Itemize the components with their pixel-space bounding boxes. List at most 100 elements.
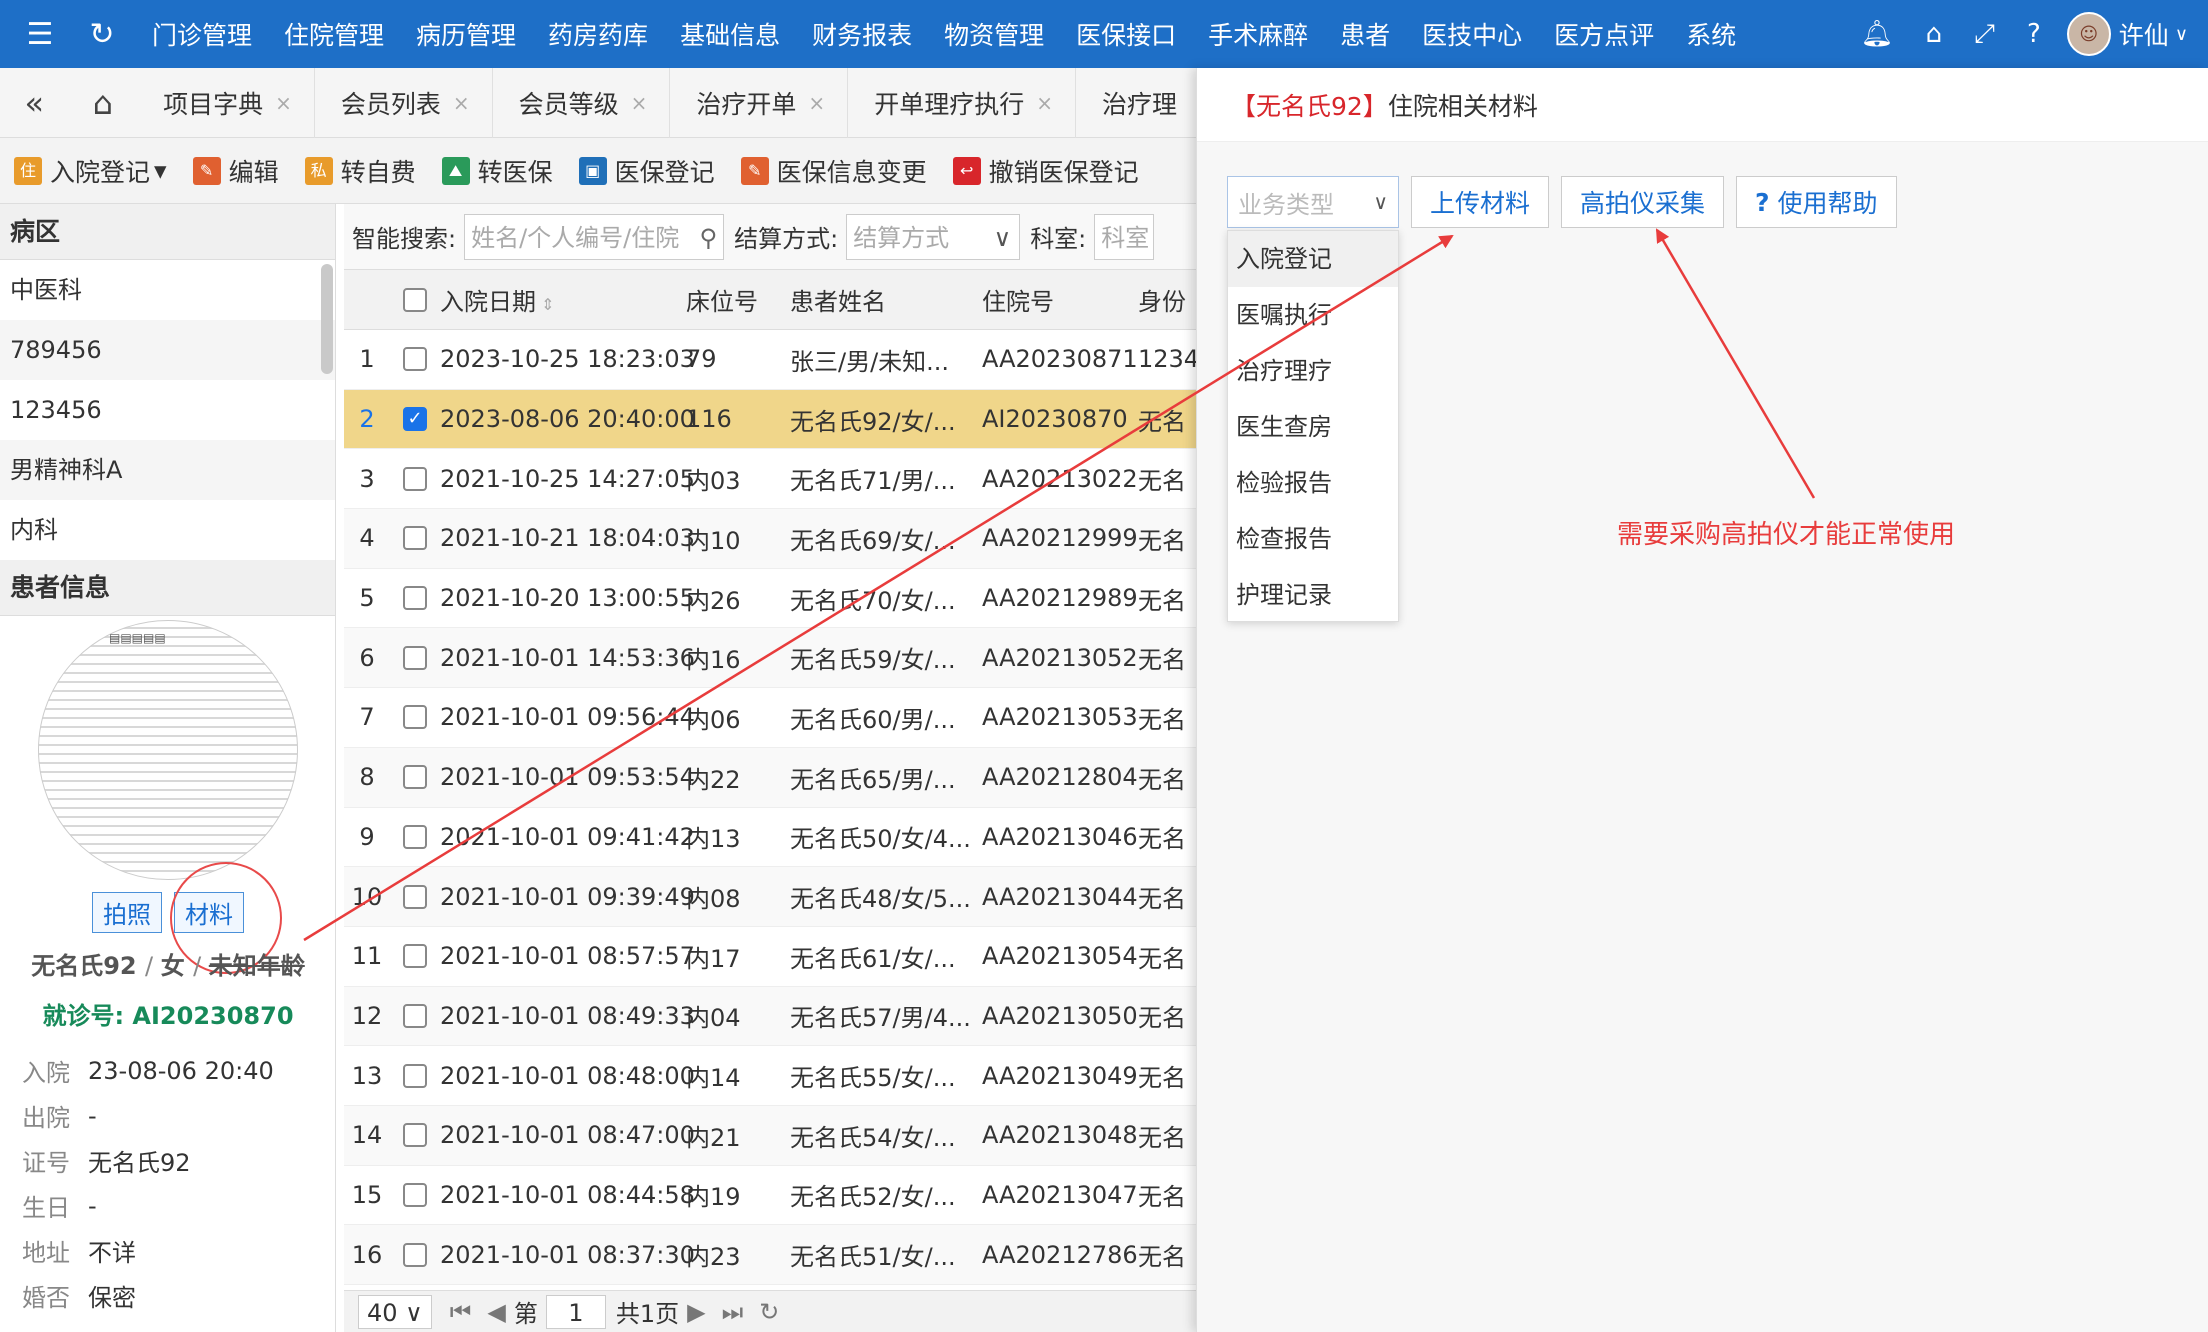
tab-item[interactable]: 治疗开单 × <box>670 67 849 138</box>
dropdown-option[interactable]: 入院登记 <box>1228 231 1398 287</box>
table-row[interactable]: 8 2021-10-01 09:53:54 内22 无名氏65/男/... AA2021… <box>344 747 1200 808</box>
avatar[interactable]: ☺ <box>2066 12 2111 56</box>
row-checkbox[interactable] <box>403 705 427 730</box>
table-row[interactable]: 1 2023-10-25 18:23:03 79 张三/男/未知... AA202308… <box>344 330 1200 390</box>
dropdown-option[interactable]: 检查报告 <box>1228 511 1398 567</box>
header-identity[interactable]: 身份 <box>1138 282 1200 317</box>
ward-item[interactable]: 男精神科A <box>0 440 335 500</box>
toolbar-button[interactable]: 住入院登记 ▾ <box>14 153 167 189</box>
dropdown-option[interactable]: 医生查房 <box>1228 399 1398 455</box>
row-checkbox-cell[interactable] <box>390 884 440 909</box>
user-name[interactable]: 许仙 <box>2119 16 2169 52</box>
table-row[interactable]: 11 2021-10-01 08:57:57 内17 无名氏61/女/... AA202… <box>344 927 1200 987</box>
close-icon[interactable]: × <box>453 91 470 115</box>
table-row[interactable]: 4 2021-10-21 18:04:03 内10 无名氏69/女/... AA2021… <box>344 509 1200 569</box>
close-icon[interactable]: × <box>808 91 825 115</box>
row-checkbox-cell[interactable] <box>390 347 440 372</box>
smart-search-input[interactable]: 姓名/个人编号/住院 ⚲ <box>464 213 725 260</box>
row-checkbox-cell[interactable] <box>390 765 440 790</box>
top-menu-item[interactable]: 物资管理 <box>944 16 1044 52</box>
header-inpatient-no[interactable]: 住院号 <box>982 282 1138 317</box>
row-checkbox[interactable] <box>403 1242 427 1267</box>
upload-material-button[interactable]: 上传材料 <box>1411 176 1550 228</box>
first-page-icon[interactable]: ⏮ <box>450 1298 472 1326</box>
table-row[interactable]: 3 2021-10-25 14:27:05 内03 无名氏71/男/... AA2021… <box>344 449 1200 510</box>
table-row[interactable]: 12 2021-10-01 08:49:33 内04 无名氏57/男/4... AA20… <box>344 986 1200 1047</box>
row-checkbox[interactable] <box>403 765 427 790</box>
close-icon[interactable]: × <box>275 91 292 115</box>
row-checkbox[interactable] <box>403 586 427 611</box>
page-size-select[interactable]: 40 ∨ <box>358 1294 432 1329</box>
row-checkbox[interactable] <box>403 1063 427 1088</box>
next-page-icon[interactable]: ▶ <box>687 1298 705 1326</box>
header-bed[interactable]: 床位号 <box>686 282 790 317</box>
hamburger-menu-icon[interactable]: ☰ <box>20 14 60 54</box>
row-checkbox-cell[interactable] <box>390 824 440 849</box>
table-row[interactable]: 13 2021-10-01 08:48:00 内14 无名氏55/女/... AA202… <box>344 1046 1200 1106</box>
top-menu-item[interactable]: 药房药库 <box>548 16 648 52</box>
table-row[interactable]: 15 2021-10-01 08:44:58 内19 无名氏52/女/... AA202… <box>344 1166 1200 1226</box>
chevron-down-icon[interactable]: ∨ <box>2175 24 2188 45</box>
ward-item[interactable]: 123456 <box>0 380 335 440</box>
table-row[interactable]: 14 2021-10-01 08:47:00 内21 无名氏54/女/... AA202… <box>344 1105 1200 1166</box>
row-checkbox-cell[interactable] <box>390 586 440 611</box>
table-row[interactable]: 16 2021-10-01 08:37:30 内23 无名氏51/女/... AA202… <box>344 1225 1200 1285</box>
row-checkbox-cell[interactable] <box>390 944 440 969</box>
search-icon[interactable]: ⚲ <box>695 214 718 259</box>
bell-icon[interactable]: 🔔︎ <box>1861 19 1894 49</box>
last-page-icon[interactable]: ⏭ <box>722 1298 744 1326</box>
table-row[interactable]: 2 ✓ 2023-08-06 20:40:00 116 无名氏92/女/... AI202… <box>344 389 1200 450</box>
page-input[interactable]: 1 <box>545 1294 606 1329</box>
top-menu-item[interactable]: 系统 <box>1686 16 1736 52</box>
sort-icon[interactable]: ⇕ <box>536 295 554 314</box>
row-checkbox-cell[interactable]: ✓ <box>390 407 440 432</box>
tag-icon[interactable]: ⌂ <box>1926 19 1943 49</box>
row-checkbox[interactable] <box>403 466 427 491</box>
row-checkbox[interactable] <box>403 884 427 909</box>
table-row[interactable]: 7 2021-10-01 09:56:44 内06 无名氏60/男/... AA2021… <box>344 688 1200 748</box>
refresh-icon[interactable]: ↻ <box>82 14 122 54</box>
ward-item[interactable]: 中医科 <box>0 260 335 320</box>
top-menu-item[interactable]: 医方点评 <box>1554 16 1654 52</box>
table-row[interactable]: 9 2021-10-01 09:41:42 内13 无名氏50/女/4... AA202… <box>344 808 1200 868</box>
header-patient[interactable]: 患者姓名 <box>790 282 982 317</box>
row-checkbox[interactable] <box>403 944 427 969</box>
toolbar-button[interactable]: ✎ 医保信息变更 <box>740 153 927 189</box>
help-icon[interactable]: ? <box>2027 19 2041 49</box>
help-button[interactable]: ? 使用帮助 <box>1736 176 1897 228</box>
dropdown-option[interactable]: 治疗理疗 <box>1228 343 1398 399</box>
fullscreen-icon[interactable]: ⤢ <box>1974 19 1995 50</box>
table-row[interactable]: 10 2021-10-01 09:39:49 内08 无名氏48/女/5... AA20… <box>344 867 1200 927</box>
row-checkbox-cell[interactable] <box>390 1242 440 1267</box>
dept-input[interactable]: 科室 <box>1094 213 1155 260</box>
ward-item[interactable]: 内科 <box>0 500 335 560</box>
reload-icon[interactable]: ↻ <box>759 1298 779 1326</box>
ward-scrollbar[interactable] <box>321 264 333 374</box>
dropdown-option[interactable]: 医嘱执行 <box>1228 287 1398 343</box>
tab-item[interactable]: 会员列表 × <box>315 67 493 138</box>
take-photo-button[interactable]: 拍照 <box>92 892 162 933</box>
top-menu-item[interactable]: 住院管理 <box>284 16 384 52</box>
row-checkbox[interactable] <box>403 1123 427 1148</box>
top-menu-item[interactable]: 手术麻醉 <box>1208 16 1308 52</box>
settle-select[interactable]: 结算方式 ∨ <box>846 213 1021 260</box>
toolbar-button[interactable]: 私转自费 <box>304 153 416 189</box>
row-checkbox-cell[interactable] <box>390 1003 440 1028</box>
toolbar-button[interactable]: ↩ 撤销医保登记 <box>952 153 1139 189</box>
select-all-checkbox-cell[interactable] <box>390 287 440 312</box>
tab-item[interactable]: 开单理疗执行 × <box>848 67 1076 138</box>
row-checkbox[interactable]: ✓ <box>403 407 427 432</box>
top-menu-item[interactable]: 门诊管理 <box>152 16 252 52</box>
row-checkbox[interactable] <box>403 526 427 551</box>
row-checkbox-cell[interactable] <box>390 526 440 551</box>
toolbar-button[interactable]: ▣ 医保登记 <box>578 153 715 189</box>
tab-item[interactable]: 项目字典 × <box>137 67 315 138</box>
home-icon[interactable]: ⌂ <box>69 84 138 122</box>
select-all-checkbox[interactable] <box>403 287 427 312</box>
row-checkbox-cell[interactable] <box>390 466 440 491</box>
row-checkbox-cell[interactable] <box>390 645 440 670</box>
collapse-left-icon[interactable]: « <box>0 84 69 122</box>
top-menu-item[interactable]: 基础信息 <box>680 16 780 52</box>
top-menu-item[interactable]: 患者 <box>1340 16 1390 52</box>
top-menu-item[interactable]: 医技中心 <box>1422 16 1522 52</box>
